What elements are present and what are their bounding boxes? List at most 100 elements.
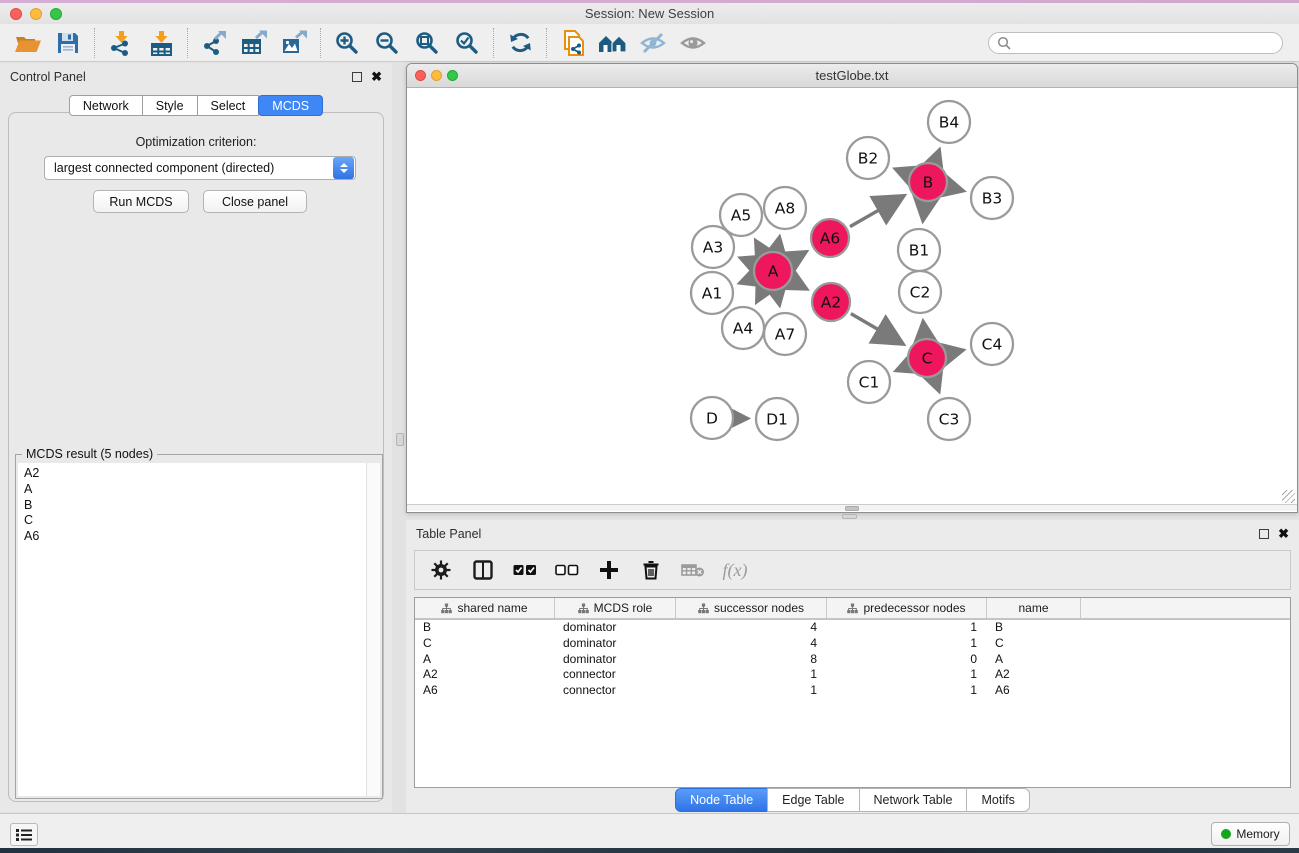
cell-name[interactable]: A6 [987, 683, 1081, 699]
graph-node-A2[interactable]: A2 [812, 283, 850, 321]
node-table[interactable]: shared nameMCDS rolesuccessor nodesprede… [414, 597, 1291, 788]
import-table-icon[interactable] [141, 26, 181, 60]
table-settings-icon[interactable] [427, 555, 455, 585]
first-neighbors-icon[interactable] [593, 26, 633, 60]
mcds-result-item[interactable]: A2 [24, 466, 366, 482]
zoom-selected-icon[interactable] [447, 26, 487, 60]
column-header-name[interactable]: name [987, 598, 1081, 618]
deselect-all-icon[interactable] [553, 555, 581, 585]
tab-select[interactable]: Select [197, 95, 260, 116]
graph-edge-C-C3[interactable] [935, 380, 939, 390]
cell-name[interactable]: C [987, 636, 1081, 652]
graph-edge-A-A7[interactable] [777, 294, 779, 304]
cell-name[interactable]: A [987, 652, 1081, 668]
export-network-icon[interactable] [194, 26, 234, 60]
cell-MCDS-role[interactable]: connector [555, 683, 676, 699]
refresh-icon[interactable] [500, 26, 540, 60]
graph-node-B[interactable]: B [909, 163, 947, 201]
memory-button[interactable]: Memory [1211, 822, 1290, 846]
search-input[interactable] [988, 32, 1283, 54]
new-network-from-selection-icon[interactable] [553, 26, 593, 60]
window-resize-grip-icon[interactable] [1282, 490, 1295, 503]
graph-node-A3[interactable]: A3 [692, 226, 734, 268]
network-horizontal-scrollbar[interactable] [407, 504, 1297, 511]
cell-successor-nodes[interactable]: 4 [676, 636, 827, 652]
tab-motifs[interactable]: Motifs [966, 788, 1029, 812]
graph-edge-A-A5[interactable] [756, 242, 761, 251]
delete-table-icon[interactable] [679, 555, 707, 585]
graph-edge-A-A1[interactable] [741, 279, 751, 283]
tab-node-table[interactable]: Node Table [675, 788, 768, 812]
graph-node-B2[interactable]: B2 [847, 137, 889, 179]
graph-node-C[interactable]: C [908, 339, 946, 377]
table-row[interactable]: A2connector11A2 [415, 667, 1290, 683]
tab-mcds[interactable]: MCDS [258, 95, 323, 116]
graph-edge-B-B1[interactable] [923, 205, 925, 220]
table-row[interactable]: Cdominator41C [415, 636, 1290, 652]
cell-successor-nodes[interactable]: 4 [676, 620, 827, 636]
run-mcds-button[interactable]: Run MCDS [93, 190, 189, 213]
open-file-icon[interactable] [8, 26, 48, 60]
cell-predecessor-nodes[interactable]: 1 [827, 636, 987, 652]
close-panel-icon[interactable]: ✖ [371, 72, 382, 82]
tab-network[interactable]: Network [69, 95, 143, 116]
graph-node-C1[interactable]: C1 [848, 361, 890, 403]
cell-successor-nodes[interactable]: 1 [676, 667, 827, 683]
hide-selected-icon[interactable] [633, 26, 673, 60]
graph-node-A6[interactable]: A6 [811, 219, 849, 257]
mcds-result-item[interactable]: B [24, 498, 366, 514]
close-panel-button[interactable]: Close panel [203, 190, 307, 213]
column-visibility-icon[interactable] [469, 555, 497, 585]
graph-node-A8[interactable]: A8 [764, 187, 806, 229]
graph-node-A[interactable]: A [754, 252, 792, 290]
cell-shared-name[interactable]: C [415, 636, 555, 652]
vertical-splitter-grip[interactable] [396, 433, 404, 446]
close-panel-icon[interactable]: ✖ [1278, 529, 1289, 539]
table-row[interactable]: A6connector11A6 [415, 683, 1290, 699]
tab-network-table[interactable]: Network Table [859, 788, 968, 812]
cell-shared-name[interactable]: A [415, 652, 555, 668]
graph-node-A4[interactable]: A4 [722, 307, 764, 349]
graph-node-A1[interactable]: A1 [691, 272, 733, 314]
scrollbar-thumb[interactable] [845, 506, 859, 511]
graph-node-B1[interactable]: B1 [898, 229, 940, 271]
cell-MCDS-role[interactable]: dominator [555, 620, 676, 636]
graph-edge-A-A4[interactable] [757, 291, 762, 300]
task-history-button[interactable] [10, 823, 38, 846]
graph-node-B3[interactable]: B3 [971, 177, 1013, 219]
graph-edge-A-A2[interactable] [793, 282, 805, 289]
cell-shared-name[interactable]: A6 [415, 683, 555, 699]
graph-edge-B-B3[interactable] [950, 188, 962, 191]
graph-edge-A6-B[interactable] [850, 196, 903, 226]
mcds-result-scrollbar[interactable] [367, 463, 380, 796]
show-all-icon[interactable] [673, 26, 713, 60]
cell-MCDS-role[interactable]: dominator [555, 652, 676, 668]
column-header-shared-name[interactable]: shared name [415, 598, 555, 618]
zoom-out-icon[interactable] [367, 26, 407, 60]
tab-edge-table[interactable]: Edge Table [767, 788, 859, 812]
graph-edge-B-B2[interactable] [897, 170, 907, 174]
graph-edge-C-C4[interactable] [950, 351, 962, 354]
graph-edge-C-C1[interactable] [898, 367, 906, 370]
column-header-successor-nodes[interactable]: successor nodes [676, 598, 827, 618]
cell-name[interactable]: A2 [987, 667, 1081, 683]
cell-successor-nodes[interactable]: 1 [676, 683, 827, 699]
cell-predecessor-nodes[interactable]: 0 [827, 652, 987, 668]
table-row[interactable]: Bdominator41B [415, 620, 1290, 636]
graph-node-D1[interactable]: D1 [756, 398, 798, 440]
graph-node-C4[interactable]: C4 [971, 323, 1013, 365]
cell-successor-nodes[interactable]: 8 [676, 652, 827, 668]
network-window-titlebar[interactable]: testGlobe.txt [407, 64, 1297, 88]
export-image-icon[interactable] [274, 26, 314, 60]
graph-edge-B-B4[interactable] [936, 151, 939, 160]
cell-shared-name[interactable]: B [415, 620, 555, 636]
cell-predecessor-nodes[interactable]: 1 [827, 620, 987, 636]
float-panel-icon[interactable] [352, 72, 362, 82]
mcds-result-item[interactable]: A [24, 482, 366, 498]
cell-MCDS-role[interactable]: dominator [555, 636, 676, 652]
network-graph[interactable]: AA6A2BCB4B2B3B1A5A8A3A1A4A7C2C4C1C3DD1 [407, 88, 1297, 505]
mcds-result-item[interactable]: A6 [24, 529, 366, 545]
zoom-in-icon[interactable] [327, 26, 367, 60]
export-table-icon[interactable] [234, 26, 274, 60]
import-network-icon[interactable] [101, 26, 141, 60]
